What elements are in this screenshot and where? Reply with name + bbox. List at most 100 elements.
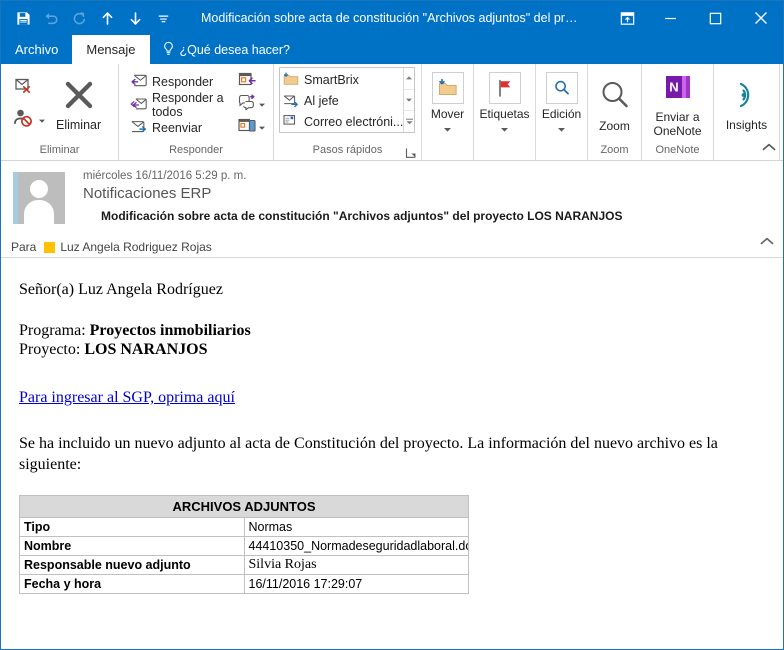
- ribbon-group-etiquetas: Etiquetas: [474, 64, 536, 160]
- ribbon-group-zoom: Zoom Zoom: [588, 64, 642, 160]
- to-recipient[interactable]: Luz Angela Rodriguez Rojas: [60, 240, 211, 254]
- tell-me-box[interactable]: ¿Qué desea hacer?: [150, 35, 301, 64]
- quick-steps-more-icon[interactable]: [404, 111, 414, 132]
- row-value-nombre: 44410350_Normadeseguridadlaboral.docx: [243, 536, 469, 556]
- junk-icon[interactable]: [12, 107, 36, 134]
- ribbon-group-pasos-label: Pasos rápidos: [312, 144, 383, 156]
- outlook-message-window: Modificación sobre acta de constitución …: [0, 0, 784, 650]
- tab-archivo[interactable]: Archivo: [1, 35, 72, 64]
- svg-text:N: N: [669, 80, 678, 95]
- category-color-icon: [44, 241, 56, 253]
- more-reply-button[interactable]: [236, 117, 268, 139]
- im-caret-icon[interactable]: [258, 96, 266, 114]
- minimize-button[interactable]: [648, 1, 693, 35]
- next-item-icon[interactable]: [122, 5, 148, 31]
- mover-caret-icon[interactable]: [443, 120, 452, 138]
- row-label-nombre: Nombre: [19, 536, 245, 556]
- reply-all-icon: [130, 96, 147, 114]
- scroll-up-icon[interactable]: [404, 68, 414, 90]
- message-date: miércoles 16/11/2016 5:29 p. m.: [83, 170, 247, 182]
- more-reply-caret-icon[interactable]: [258, 119, 266, 137]
- meeting-icon: [238, 71, 256, 93]
- row-label-fecha: Fecha y hora: [19, 574, 245, 594]
- edicion-caret-icon[interactable]: [557, 120, 566, 138]
- attachments-table: ARCHIVOS ADJUNTOS Tipo Normas Nombre 444…: [19, 495, 469, 594]
- message-sender[interactable]: Notificaciones ERP: [83, 185, 783, 202]
- reply-button[interactable]: Responder: [127, 71, 232, 93]
- message-header: miércoles 16/11/2016 5:29 p. m. Notifica…: [1, 161, 783, 258]
- scroll-down-icon[interactable]: [404, 90, 414, 112]
- zoom-button[interactable]: Zoom: [588, 73, 641, 133]
- quick-steps-dialog-launcher-icon[interactable]: [405, 146, 417, 158]
- title-bar: Modificación sobre acta de constitución …: [1, 1, 783, 35]
- etiquetas-button-label: Etiquetas: [479, 107, 530, 121]
- forward-button[interactable]: Reenviar: [127, 117, 232, 139]
- ribbon-tab-strip: Archivo Mensaje ¿Qué desea hacer?: [1, 35, 783, 64]
- quickstep-smartbrix-label: SmartBrix: [304, 73, 359, 88]
- body-proyecto-line: Proyecto: LOS NARANJOS: [19, 340, 783, 359]
- mover-button[interactable]: Mover: [422, 68, 473, 138]
- body-programa-line: Programa: Proyectos inmobiliarios: [19, 321, 783, 340]
- sgp-link[interactable]: Para ingresar al SGP, oprima aquí: [19, 389, 235, 407]
- delete-button[interactable]: Eliminar: [50, 78, 107, 132]
- onenote-icon: N: [663, 74, 693, 107]
- magnifier-icon: [599, 79, 631, 116]
- customize-qat-icon[interactable]: [150, 5, 176, 31]
- quick-steps-gallery: SmartBrix Al jefe Correo electróni...: [279, 67, 415, 133]
- previous-item-icon[interactable]: [94, 5, 120, 31]
- insights-button[interactable]: Insights: [714, 74, 779, 132]
- delete-x-icon: [62, 78, 96, 117]
- message-subject: Modificación sobre acta de constitución …: [101, 209, 623, 223]
- lightbulb-icon: [162, 41, 175, 59]
- junk-caret-icon[interactable]: [38, 112, 46, 130]
- im-button[interactable]: [236, 94, 268, 116]
- ribbon-display-options-icon[interactable]: [606, 1, 648, 35]
- proyecto-value: LOS NARANJOS: [84, 341, 208, 358]
- send-to-onenote-button[interactable]: N Enviar a OneNote: [642, 68, 713, 138]
- more-reply-icon: [238, 117, 256, 139]
- tell-me-label: ¿Qué desea hacer?: [179, 42, 291, 57]
- zoom-button-label: Zoom: [599, 119, 630, 133]
- quickstep-smartbrix[interactable]: SmartBrix: [283, 70, 403, 91]
- row-value-fecha: 16/11/2016 17:29:07: [243, 574, 469, 594]
- redo-icon[interactable]: [66, 5, 92, 31]
- reply-button-label: Responder: [152, 74, 214, 89]
- ribbon-group-onenote: N Enviar a OneNote OneNote: [642, 64, 714, 160]
- ribbon-group-responder-label: Responder: [169, 144, 223, 156]
- undo-icon[interactable]: [38, 5, 64, 31]
- ribbon-collapse-icon[interactable]: [762, 139, 776, 157]
- table-row: Responsable nuevo adjunto Silvia Rojas: [19, 555, 469, 575]
- new-email-icon: [283, 113, 299, 130]
- etiquetas-button[interactable]: Etiquetas: [474, 68, 535, 138]
- edicion-button-label: Edición: [541, 107, 582, 121]
- maximize-button[interactable]: [693, 1, 738, 35]
- header-collapse-icon[interactable]: [760, 233, 774, 251]
- find-icon: [545, 72, 578, 104]
- etiquetas-caret-icon[interactable]: [500, 120, 509, 138]
- programa-value: Proyectos inmobiliarios: [89, 322, 251, 339]
- ignore-icon[interactable]: [12, 75, 46, 104]
- programa-label: Programa:: [19, 322, 90, 339]
- recipient-row: Para Luz Angela Rodriguez Rojas: [1, 240, 212, 254]
- tab-mensaje[interactable]: Mensaje: [72, 35, 150, 64]
- close-button[interactable]: [738, 1, 783, 35]
- quickstep-al-jefe-label: Al jefe: [304, 94, 339, 108]
- mover-button-label: Mover: [430, 107, 465, 121]
- attachments-table-title: ARCHIVOS ADJUNTOS: [19, 495, 469, 518]
- proyecto-label: Proyecto:: [19, 341, 85, 358]
- row-label-responsable: Responsable nuevo adjunto: [19, 555, 245, 575]
- meeting-button[interactable]: [236, 71, 268, 93]
- body-greeting: Señor(a) Luz Angela Rodríguez: [19, 281, 223, 298]
- reply-all-button[interactable]: Responder a todos: [127, 91, 232, 119]
- im-icon: [238, 94, 256, 115]
- avatar-head: [30, 180, 48, 198]
- edicion-button[interactable]: Edición: [536, 68, 587, 138]
- insights-icon: [732, 80, 762, 115]
- quick-steps-scrollbar[interactable]: [403, 68, 414, 132]
- quickstep-al-jefe[interactable]: Al jefe: [283, 91, 403, 112]
- avatar-body: [24, 200, 54, 224]
- row-label-tipo: Tipo: [19, 517, 245, 537]
- quickstep-correo-electronico[interactable]: Correo electróni...: [283, 111, 403, 132]
- save-icon[interactable]: [10, 5, 36, 31]
- window-controls: [606, 1, 783, 35]
